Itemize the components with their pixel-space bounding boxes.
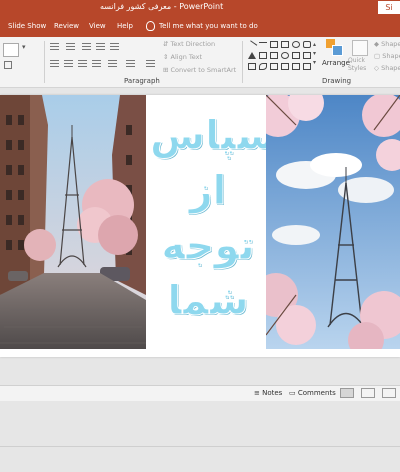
thanks-line: سپاس (150, 113, 277, 160)
title-bar: معرفی کشور فرانسه - PowerPoint Si (0, 0, 400, 17)
thanks-text[interactable]: سپاس از توجه شما (150, 109, 277, 329)
thanks-line: شما (167, 278, 249, 325)
title-separator: - (171, 2, 180, 11)
decrease-indent-icon[interactable] (82, 43, 91, 50)
brace-shape-icon[interactable] (303, 52, 311, 59)
status-bar: ≡ Notes ▭ Comments (0, 385, 400, 401)
sign-in-button[interactable]: Si (378, 1, 400, 14)
shapes-gallery-scroll[interactable]: ▴ ▾ ▾ (313, 40, 316, 67)
arrow-shape-icon[interactable] (259, 52, 267, 59)
quick-styles-button[interactable]: Quick Styles (348, 57, 374, 73)
shape-effects-button[interactable]: ◇ Shape (374, 64, 400, 72)
ribbon: ▾ ⇵ Text Direction ⇕ Align Text ⊞ Conver… (0, 37, 400, 88)
star-shape-icon[interactable] (292, 63, 300, 70)
ribbon-tabs: Slide Show Review View Help Tell me what… (0, 17, 400, 37)
brace-shape-icon[interactable] (303, 63, 311, 70)
rtl-icon[interactable] (126, 60, 135, 67)
tell-me-text: Tell me what you want to do (159, 22, 258, 30)
drawing-group-label: Drawing (322, 77, 352, 85)
tab-slide-show[interactable]: Slide Show (8, 22, 46, 30)
font-size-box[interactable] (3, 43, 19, 57)
notes-pane[interactable] (0, 446, 400, 472)
smiley-shape-icon[interactable] (281, 52, 289, 59)
curve-shape-icon[interactable] (259, 63, 267, 70)
bullets-icon[interactable] (50, 43, 59, 50)
oval-shape-icon[interactable] (292, 41, 300, 48)
tab-help[interactable]: Help (117, 22, 133, 30)
align-left-icon[interactable] (50, 60, 59, 67)
line-shape-icon[interactable] (259, 42, 267, 49)
thanks-line: از (189, 168, 227, 215)
comments-button[interactable]: ▭ Comments (289, 389, 336, 397)
shape-outline-button[interactable]: ▢ Shape (374, 52, 400, 60)
app-name: PowerPoint (179, 2, 224, 11)
line-shape-icon[interactable] (246, 40, 258, 51)
arrow-shape-icon[interactable] (270, 52, 278, 59)
slide-canvas[interactable]: سپاس از توجه شما (0, 95, 400, 357)
shape-fill-button[interactable]: ◆ Shape (374, 40, 400, 48)
tab-review[interactable]: Review (54, 22, 79, 30)
slide-editing-area: سپاس از توجه شما (0, 88, 400, 472)
group-separator (44, 41, 45, 83)
align-right-icon[interactable] (78, 60, 87, 67)
numbering-icon[interactable] (66, 43, 75, 50)
align-text-button[interactable]: ⇕ Align Text (163, 53, 202, 61)
arrange-icon[interactable] (326, 39, 344, 57)
ltr-icon[interactable] (146, 60, 155, 67)
lightbulb-icon (146, 21, 155, 31)
rounded-rectangle-icon[interactable] (303, 41, 311, 48)
eiffel-street-image (0, 95, 146, 349)
tell-me-search[interactable]: Tell me what you want to do (146, 21, 258, 31)
callout-shape-icon[interactable] (248, 63, 256, 70)
paragraph-group-label: Paragraph (124, 77, 160, 85)
normal-view-icon[interactable] (340, 388, 354, 398)
thanks-line: توجه (161, 223, 255, 270)
window-title: معرفی کشور فرانسه - PowerPoint (100, 2, 223, 11)
reading-view-icon[interactable] (382, 388, 396, 398)
eiffel-street-photo[interactable] (0, 95, 146, 349)
text-direction-button[interactable]: ⇵ Text Direction (163, 40, 215, 48)
bracket-shape-icon[interactable] (281, 63, 289, 70)
clear-format-icon[interactable] (4, 61, 12, 69)
eiffel-blossom-image (266, 95, 400, 349)
increase-indent-icon[interactable] (96, 43, 105, 50)
document-name: معرفی کشور فرانسه (100, 2, 172, 11)
group-separator (242, 41, 243, 83)
tab-view[interactable]: View (89, 22, 106, 30)
rectangle-shape-icon[interactable] (281, 41, 289, 48)
justify-icon[interactable] (92, 60, 101, 67)
line-spacing-icon[interactable] (110, 43, 119, 50)
slide-sorter-icon[interactable] (361, 388, 375, 398)
bracket-shape-icon[interactable] (270, 63, 278, 70)
convert-smartart-button[interactable]: ⊞ Convert to SmartArt (163, 66, 236, 74)
align-center-icon[interactable] (64, 60, 73, 67)
triangle-shape-icon[interactable] (248, 52, 256, 59)
columns-icon[interactable] (108, 60, 117, 67)
arrange-button[interactable]: Arrange (322, 59, 350, 67)
star-shape-icon[interactable] (292, 52, 300, 59)
chevron-down-icon[interactable]: ▾ (22, 43, 30, 51)
text-box-shape-icon[interactable] (270, 41, 278, 48)
quick-styles-icon[interactable] (352, 40, 368, 56)
eiffel-blossom-photo[interactable] (266, 95, 400, 349)
notes-button[interactable]: ≡ Notes (254, 389, 282, 397)
